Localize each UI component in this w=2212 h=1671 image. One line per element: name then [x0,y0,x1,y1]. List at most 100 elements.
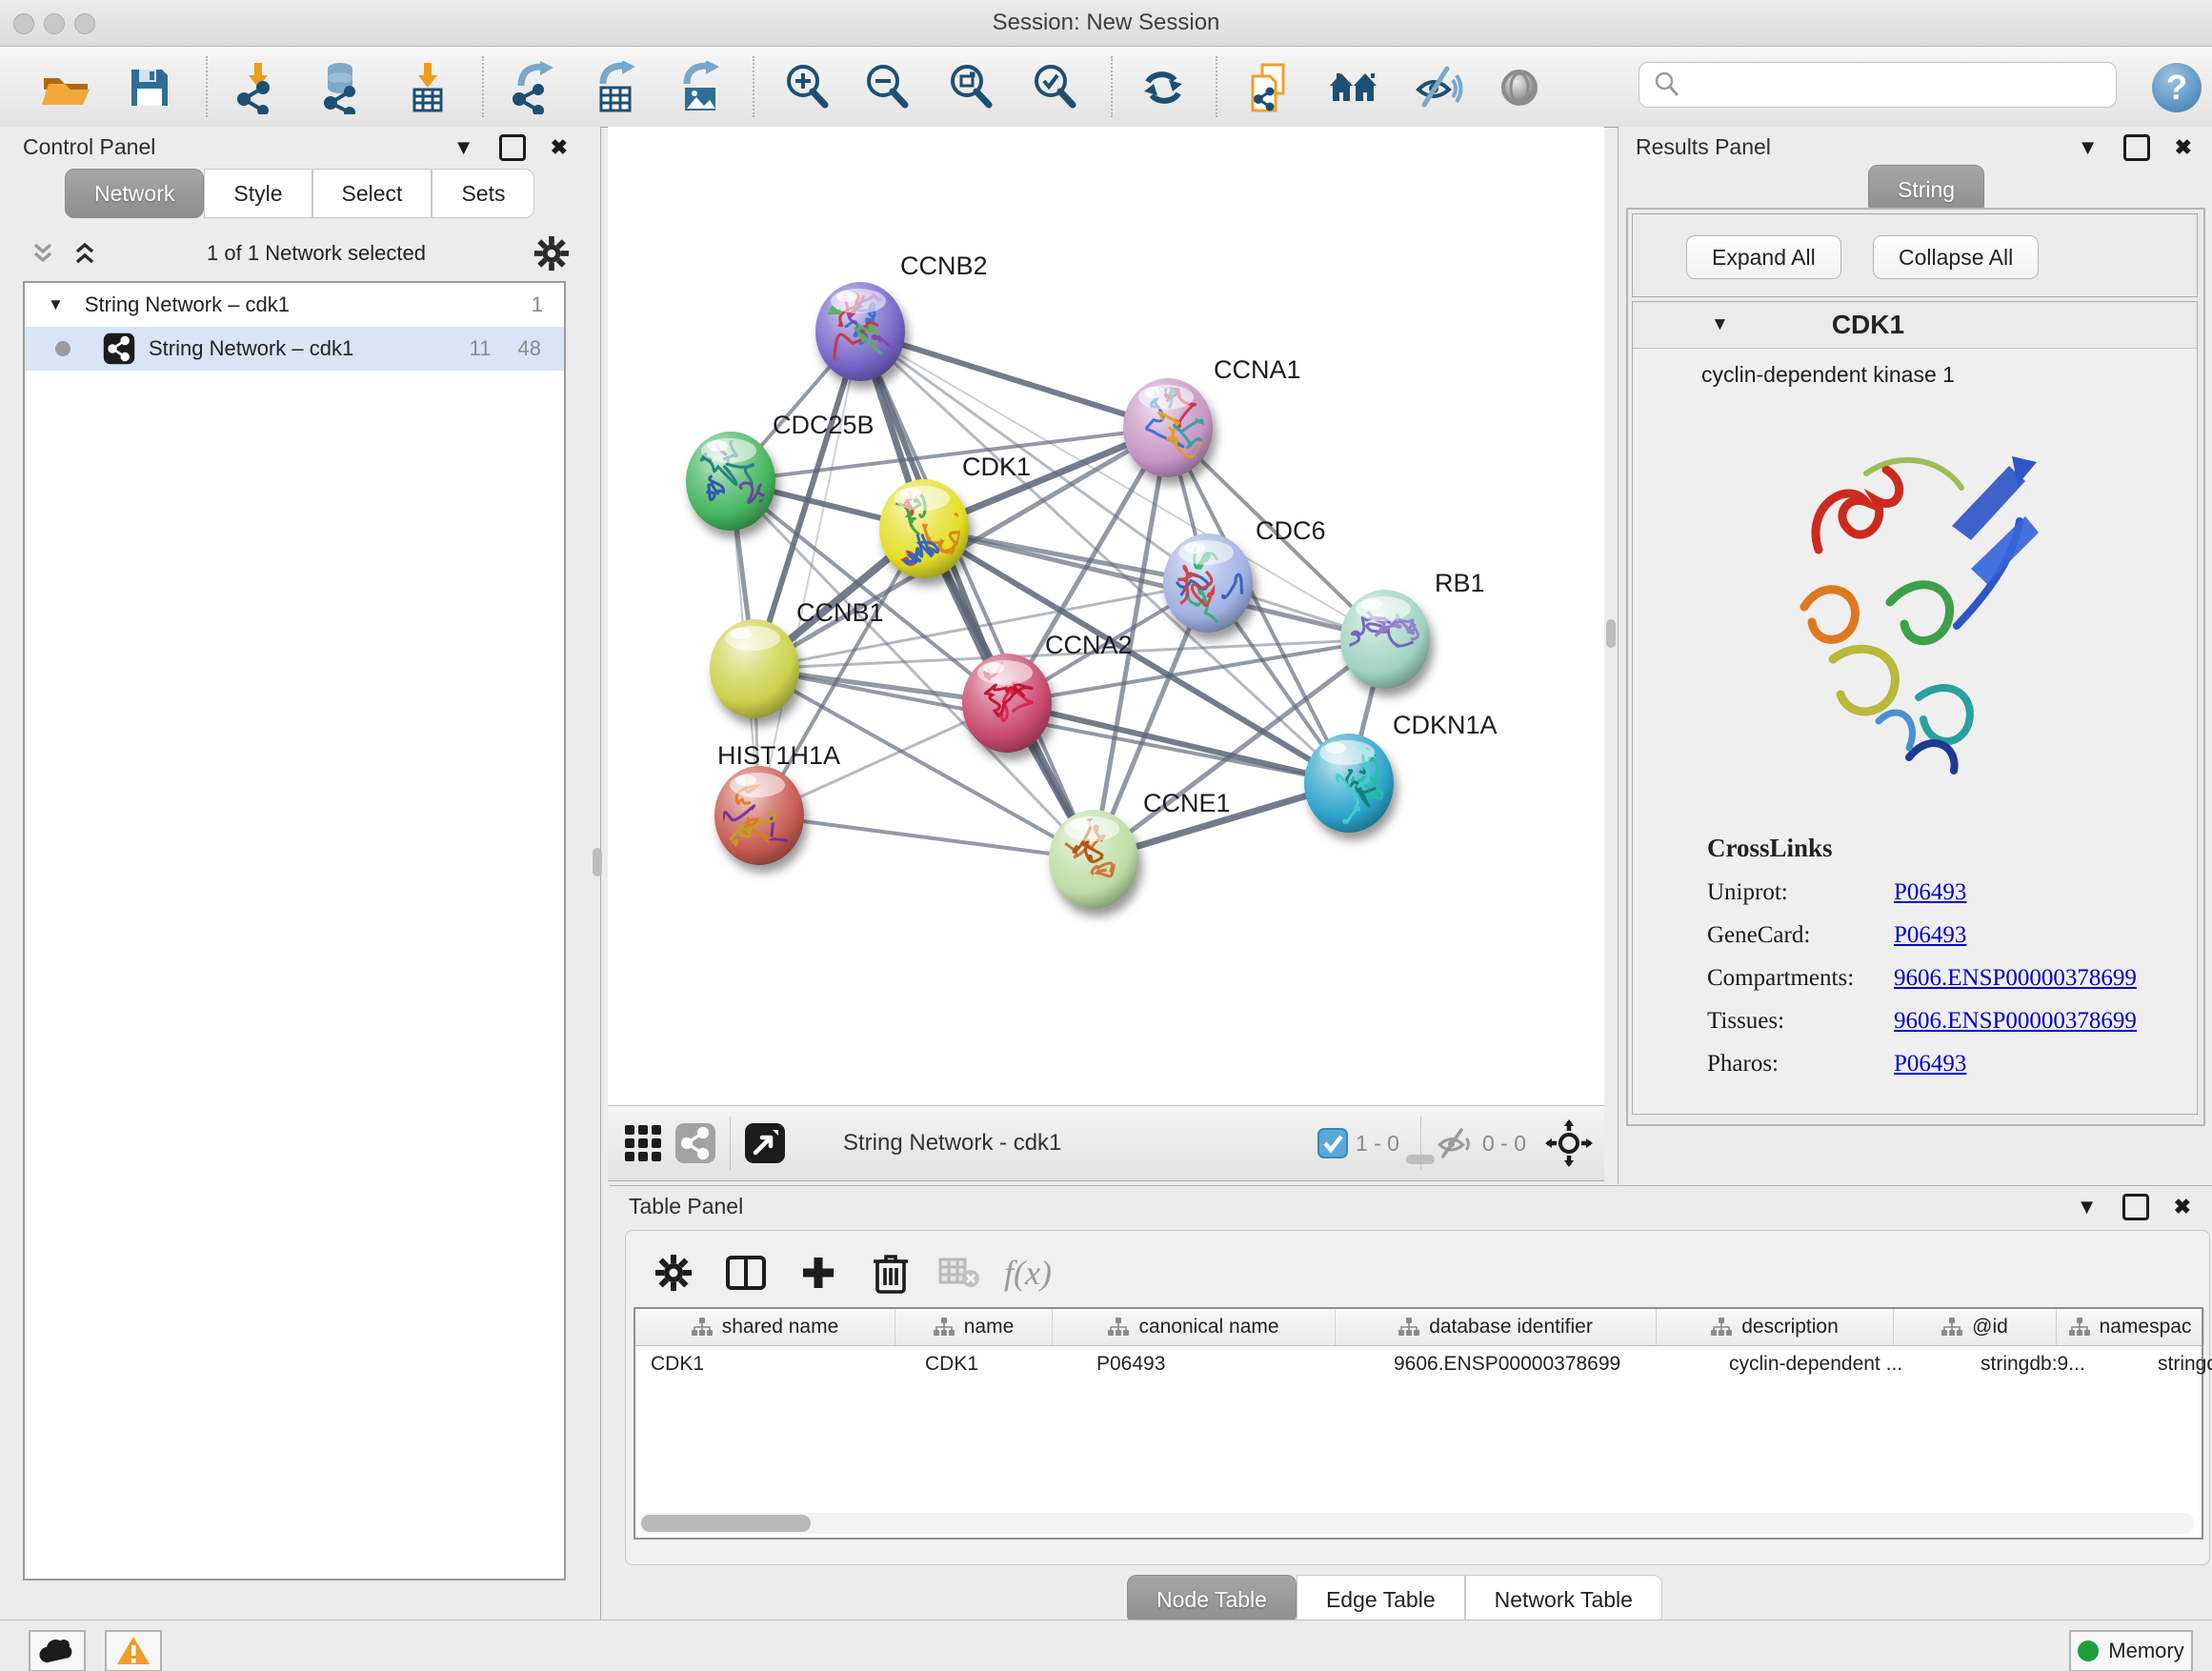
close-panel-icon[interactable]: ✖ [2174,1197,2191,1218]
collapse-all-icon[interactable] [29,239,57,268]
close-panel-icon[interactable]: ✖ [551,137,568,158]
memory-button[interactable]: Memory [2069,1630,2193,1671]
node-CCNB2[interactable] [815,279,929,382]
column-header--id[interactable]: @id [1894,1309,2057,1345]
tab-network[interactable]: Network [65,169,204,218]
node-CCNE1[interactable] [1049,806,1138,909]
function-builder-button[interactable]: f(x) [999,1244,1056,1301]
edge-CCNB2-CCNE1[interactable] [860,332,1094,859]
table-gear-button[interactable] [645,1244,702,1301]
export-image-button[interactable] [673,60,728,115]
tab-node-table[interactable]: Node Table [1127,1575,1297,1624]
tab-style[interactable]: Style [204,169,312,218]
node-table[interactable]: shared namenamecanonical namedatabase id… [633,1307,2203,1540]
edge-CCNB2-CCNA1[interactable] [860,332,1168,428]
selected-checkbox-icon[interactable] [1317,1128,1348,1158]
tree-expander-icon[interactable]: ▼ [48,295,64,314]
network-canvas[interactable]: CCNB2CCNA1CDC25BCDK1CDC6RB1CCNB1CCNA2CDK… [608,127,1604,1105]
warnings-button[interactable] [105,1630,162,1671]
table-cell[interactable]: cyclin-dependent ... [1714,1346,1965,1382]
tab-sets[interactable]: Sets [432,169,534,218]
tab-network-table[interactable]: Network Table [1465,1575,1662,1624]
zoom-fit-button[interactable] [943,60,998,115]
import-network-database-button[interactable] [314,60,370,115]
node-RB1[interactable] [1340,590,1430,689]
edge-CCNA2-CDKN1A[interactable] [1007,703,1349,783]
edge-HIST1H1A-CCNE1[interactable] [759,815,1094,859]
birdseye-icon[interactable] [744,1122,786,1164]
gene-section-header[interactable]: ▼ CDK1 [1633,302,2197,349]
horizontal-scrollbar[interactable] [639,1513,2194,1534]
share-view-icon[interactable] [674,1122,716,1164]
column-header-canonical-name[interactable]: canonical name [1053,1309,1336,1345]
expand-all-button[interactable]: Expand All [1686,235,1841,279]
horizontal-splitter-handle[interactable] [1406,1155,1435,1164]
panel-splitter-handle[interactable] [1606,619,1616,648]
float-panel-icon[interactable] [2123,134,2150,161]
crosslink-link[interactable]: 9606.ENSP00000378699 [1894,1008,2137,1035]
import-table-button[interactable] [400,60,455,115]
panel-menu-icon[interactable]: ▼ [2077,1197,2098,1218]
export-network-button[interactable] [507,60,562,115]
eye-sphere-button[interactable] [1492,60,1547,115]
zoom-selected-button[interactable] [1027,60,1082,115]
table-cell[interactable]: CDK1 [910,1346,1081,1382]
crosshair-icon[interactable] [1545,1119,1593,1167]
delete-table-button[interactable] [931,1244,988,1301]
gear-icon[interactable] [533,235,570,272]
column-header-shared-name[interactable]: shared name [635,1309,895,1345]
table-cell[interactable]: 9606.ENSP00000378699 [1378,1346,1714,1382]
collapse-section-icon[interactable]: ▼ [1711,314,1729,335]
table-cell[interactable]: P06493 [1081,1346,1378,1382]
crosslink-link[interactable]: P06493 [1894,1051,1966,1077]
node-CCNB1[interactable] [710,619,799,718]
node-CDC25B[interactable] [675,420,775,531]
grid-view-icon[interactable] [623,1123,663,1163]
column-header-database-identifier[interactable]: database identifier [1336,1309,1657,1345]
panel-splitter-handle[interactable] [593,848,602,876]
node-CDC6[interactable] [1163,534,1257,633]
help-button[interactable]: ? [2149,60,2204,115]
search-box[interactable] [1639,62,2117,108]
crosslink-link[interactable]: P06493 [1894,922,1966,949]
float-panel-icon[interactable] [499,134,526,161]
column-header-namespac[interactable]: namespac [2057,1309,2204,1345]
column-header-description[interactable]: description [1657,1309,1894,1345]
collapse-all-button[interactable]: Collapse All [1873,235,2039,279]
crosslink-link[interactable]: P06493 [1894,879,1966,906]
network-pages-button[interactable] [1240,60,1296,115]
export-table-button[interactable] [589,60,644,115]
tab-select[interactable]: Select [312,169,432,218]
table-cell[interactable]: CDK1 [635,1346,910,1382]
refresh-layout-button[interactable] [1136,60,1191,115]
hide-show-button[interactable] [1410,60,1465,115]
search-input[interactable] [1689,71,2106,98]
add-column-button[interactable] [790,1244,847,1301]
crosslink-link[interactable]: 9606.ENSP00000378699 [1894,965,2137,992]
open-session-button[interactable] [38,60,93,115]
import-network-file-button[interactable] [231,60,286,115]
close-panel-icon[interactable]: ✖ [2175,137,2192,158]
delete-column-button[interactable] [862,1244,919,1301]
panel-menu-icon[interactable]: ▼ [453,137,474,158]
cloud-status-button[interactable] [29,1630,86,1671]
node-HIST1H1A[interactable] [711,766,805,874]
network-tree-row[interactable]: String Network – cdk11148 [25,327,564,371]
expand-all-icon[interactable] [70,239,99,268]
table-cell[interactable]: stringdb [2142,1346,2212,1382]
column-header-name[interactable]: name [895,1309,1053,1345]
network-tree-row[interactable]: ▼String Network – cdk11 [25,283,564,327]
zoom-in-button[interactable] [779,60,835,115]
table-cell[interactable]: stringdb:9... [1965,1346,2142,1382]
show-columns-button[interactable] [717,1244,774,1301]
zoom-out-button[interactable] [859,60,915,115]
node-CCNA1[interactable] [1123,362,1216,477]
string-homes-button[interactable] [1326,60,1381,115]
scrollbar-thumb[interactable] [641,1515,811,1532]
panel-menu-icon[interactable]: ▼ [2078,137,2099,158]
tab-edge-table[interactable]: Edge Table [1297,1575,1465,1624]
node-CCNA2[interactable] [962,654,1052,753]
float-panel-icon[interactable] [2122,1194,2149,1220]
save-session-button[interactable] [122,60,177,115]
node-CDKN1A[interactable] [1304,734,1394,839]
